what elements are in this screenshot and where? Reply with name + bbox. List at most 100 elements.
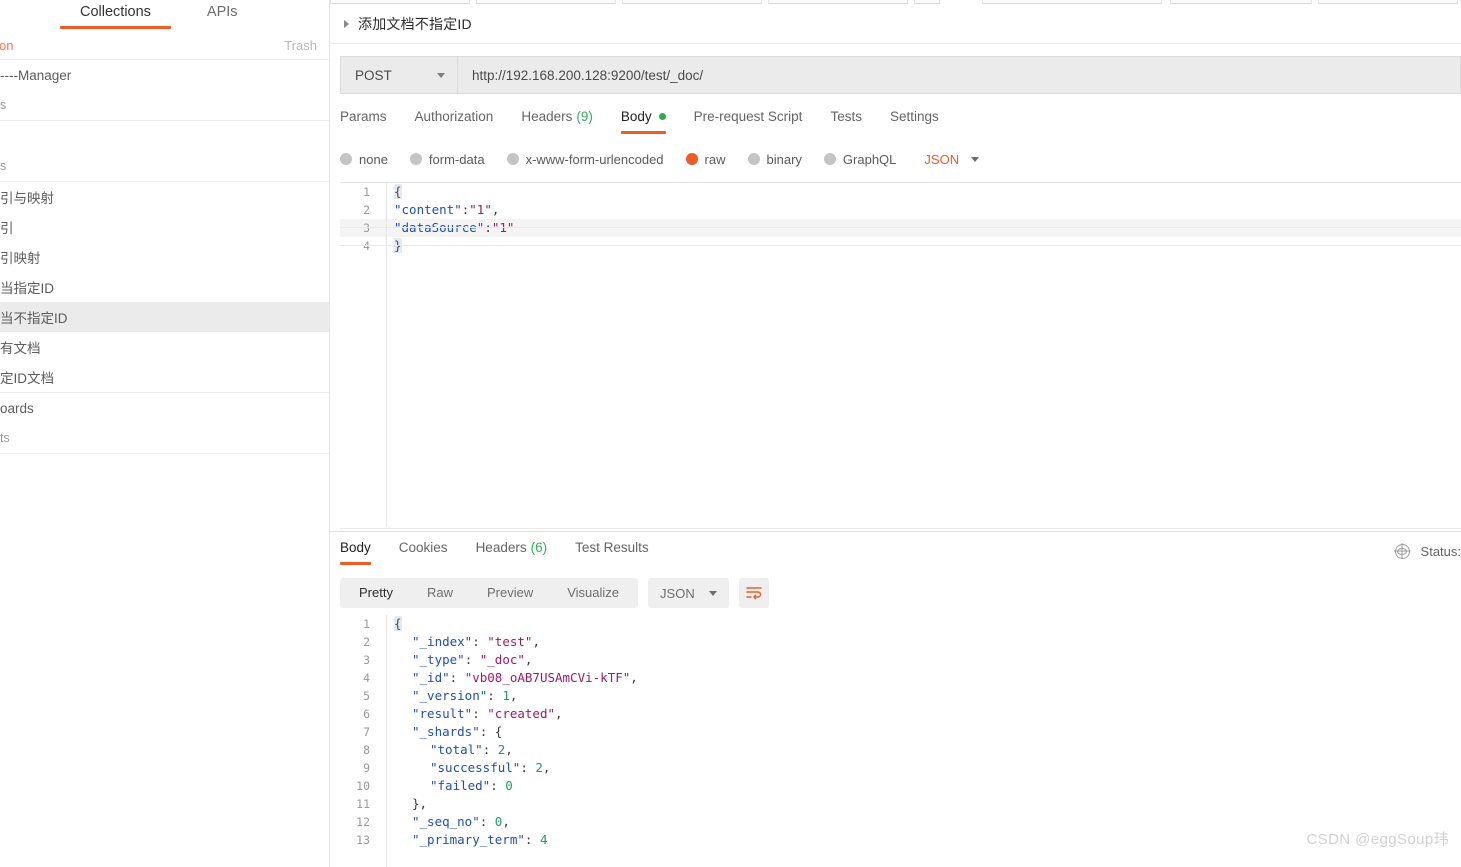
code-token: : <box>449 670 465 685</box>
radio-label: raw <box>704 151 726 167</box>
response-view-pretty[interactable]: Pretty <box>342 578 410 608</box>
code-text: "_id": "vb08_oAB7USAmCVi-kTF", <box>380 669 638 687</box>
list-item-label: s <box>0 159 7 173</box>
response-tab-cookies[interactable]: Cookies <box>399 538 448 565</box>
response-view-preview[interactable]: Preview <box>470 578 550 608</box>
radio-x-www-form-urlencoded[interactable]: x-www-form-urlencoded <box>506 152 664 167</box>
request-body-editor[interactable]: 1{2"content":"1",3"dataSource":"1"4} <box>340 182 1461 529</box>
response-tab-headers[interactable]: Headers (6) <box>476 538 548 565</box>
status-label: Status: <box>1420 543 1461 559</box>
code-token: , <box>509 688 518 703</box>
list-item-label: 当不指定ID <box>0 311 68 326</box>
tab-tests[interactable]: Tests <box>830 107 862 134</box>
list-item[interactable]: 有文档 <box>0 332 329 362</box>
radio-form-data[interactable]: form-data <box>409 151 485 167</box>
request-code-area[interactable]: 1{2"content":"1",3"dataSource":"1"4} <box>340 183 1461 527</box>
response-body-editor[interactable]: 1{2 "_index": "test", 3 "_type": "_doc", 4 "_… <box>340 615 1461 867</box>
code-text: "_version": 1, <box>380 687 517 705</box>
url-bar: POST http://192.168.200.128:9200/test/_d… <box>340 56 1461 94</box>
line-number: 10 <box>356 779 370 793</box>
request-header: 添加文档不指定ID <box>330 4 1461 44</box>
code-token: , <box>524 652 533 667</box>
sidebar-tab-collections[interactable]: Collections <box>52 0 179 29</box>
code-token: "_shards" <box>412 724 480 739</box>
method-select[interactable]: POST <box>341 57 458 93</box>
code-token: "_doc" <box>479 652 525 667</box>
editor-gutter-rule <box>386 183 387 527</box>
list-item-label: 当指定ID <box>0 281 54 296</box>
response-view-visualize[interactable]: Visualize <box>550 578 636 608</box>
list-item[interactable]: ----Manager <box>0 60 329 90</box>
tab-body[interactable]: Body <box>620 107 666 134</box>
code-line: 10 "failed": 0 <box>340 777 1461 795</box>
tab-label: Tests <box>830 109 862 124</box>
code-token: "vb08_oAB7USAmCVi-kTF" <box>464 670 631 685</box>
code-token: : <box>472 706 488 721</box>
code-token: : <box>472 634 488 649</box>
response-code-area[interactable]: 1{2 "_index": "test", 3 "_type": "_doc", 4 "_… <box>340 615 1461 867</box>
response-format-select[interactable]: JSON <box>648 578 729 608</box>
radio-graphql[interactable]: GraphQL <box>823 152 896 167</box>
tab-count: (9) <box>576 109 593 124</box>
sidebar-tabs: Collections APIs <box>0 0 329 31</box>
main-panel: 添加文档不指定ID POST http://192.168.200.128:92… <box>330 0 1461 867</box>
response-view-raw[interactable]: Raw <box>410 578 470 608</box>
radio-label: form-data <box>428 151 485 167</box>
response-view-segmented: Pretty Raw Preview Visualize <box>340 578 639 608</box>
code-text: } <box>380 237 402 255</box>
new-collection-link[interactable]: ction <box>0 38 13 53</box>
code-token: : <box>479 724 495 739</box>
sidebar-tab-apis[interactable]: APIs <box>179 0 266 29</box>
list-item[interactable] <box>0 121 329 151</box>
line-number: 9 <box>363 761 370 775</box>
response-tab-test-results[interactable]: Test Results <box>575 538 649 565</box>
tab-pre-request-script[interactable]: Pre-request Script <box>694 107 803 134</box>
list-item[interactable]: 引 <box>0 212 329 242</box>
list-item-selected[interactable]: 当不指定ID <box>0 302 329 332</box>
code-token: "_index" <box>412 634 473 649</box>
collection-group: oards ts <box>0 393 329 454</box>
radio-binary[interactable]: binary <box>747 152 802 167</box>
tab-label: Params <box>340 109 387 124</box>
seg-label: Raw <box>426 585 453 600</box>
tab-authorization[interactable]: Authorization <box>415 107 494 134</box>
tab-settings[interactable]: Settings <box>890 107 939 134</box>
list-item[interactable]: 当指定ID <box>0 272 329 302</box>
code-line: 5 "_version": 1, <box>340 687 1461 705</box>
code-token: "successful" <box>430 760 521 775</box>
tab-label: Authorization <box>414 109 494 124</box>
radio-icon <box>823 153 836 165</box>
list-item[interactable]: oards <box>0 393 329 423</box>
code-token: { <box>394 616 402 631</box>
radio-raw[interactable]: raw <box>685 151 726 167</box>
code-token: : <box>490 778 506 793</box>
list-item[interactable]: s <box>0 90 329 120</box>
code-line: 3 "dataSource":"1" <box>340 219 1461 237</box>
list-item-label: 有文档 <box>0 341 41 356</box>
radio-none[interactable]: none <box>340 152 388 167</box>
list-item[interactable]: ts <box>0 423 329 453</box>
code-token: , <box>505 742 513 757</box>
line-number: 3 <box>363 653 370 667</box>
list-item[interactable]: 引与映射 <box>0 182 329 212</box>
chevron-right-icon[interactable] <box>344 19 349 28</box>
trash-link[interactable]: Trash <box>284 38 317 53</box>
wrap-lines-button[interactable] <box>738 578 769 608</box>
tab-headers[interactable]: Headers (9) <box>521 107 593 134</box>
tab-params[interactable]: Params <box>340 107 387 134</box>
body-format-select[interactable]: JSON <box>924 152 980 167</box>
response-format-label: JSON <box>660 585 695 601</box>
tab-label: Headers <box>475 540 527 555</box>
code-token: 4 <box>539 832 548 847</box>
code-text: "failed": 0 <box>380 777 513 795</box>
list-item[interactable]: s <box>0 151 329 181</box>
chevron-down-icon <box>708 590 717 596</box>
list-item[interactable]: 定ID文档 <box>0 362 329 392</box>
list-item[interactable]: 引映射 <box>0 242 329 272</box>
response-tab-body[interactable]: Body <box>340 538 371 565</box>
line-number: 5 <box>363 689 370 703</box>
code-token: 2 <box>535 760 543 775</box>
request-name: 添加文档不指定ID <box>358 15 472 32</box>
collection-group: ----Manager s <box>0 60 329 121</box>
url-input[interactable]: http://192.168.200.128:9200/test/_doc/ <box>458 57 1460 93</box>
